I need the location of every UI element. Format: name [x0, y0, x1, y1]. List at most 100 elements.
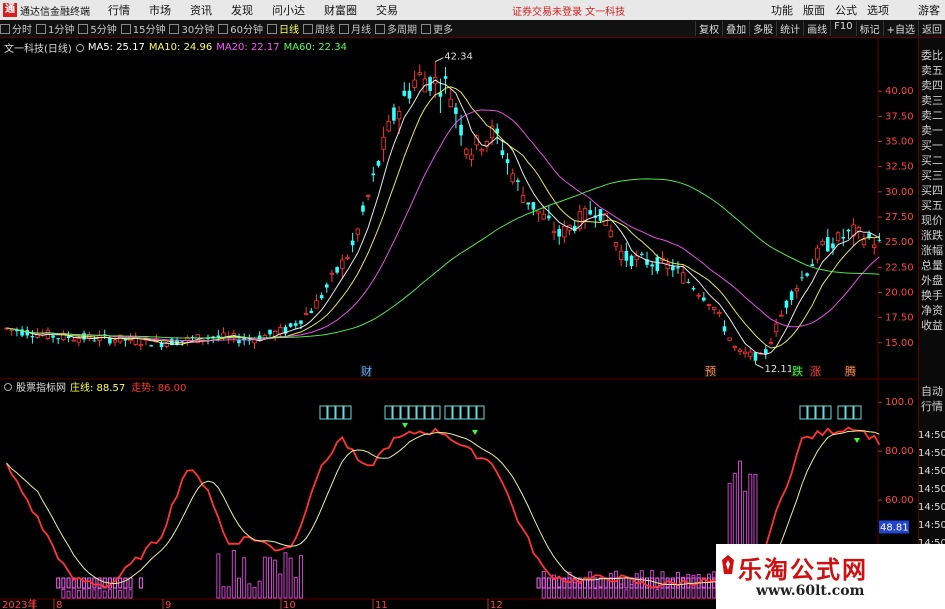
menu-item[interactable]: 市场: [141, 2, 182, 18]
quote-field-label[interactable]: 卖五: [919, 63, 945, 78]
panel-mode-tab[interactable]: 行情: [919, 399, 945, 414]
candle-body: [825, 237, 830, 252]
settings-circle-icon[interactable]: [75, 43, 84, 52]
indicator-name[interactable]: 股票指标网: [16, 379, 70, 394]
histogram-bar: [288, 557, 293, 599]
right-menu-item[interactable]: 版面: [798, 2, 830, 18]
right-menu-item[interactable]: 功能: [766, 2, 798, 18]
tool-button[interactable]: 标记: [855, 21, 883, 36]
candle-body: [407, 90, 412, 99]
quote-field-label[interactable]: 净资: [919, 303, 945, 318]
app-logo-icon: 通: [3, 3, 17, 17]
period-tab[interactable]: 分时: [0, 21, 36, 36]
histogram-bar: [97, 588, 102, 599]
period-tab[interactable]: 更多: [421, 21, 457, 36]
candle-body: [319, 295, 324, 299]
tick-time: 14:50: [918, 484, 945, 495]
quote-field-label[interactable]: 买一: [919, 138, 945, 153]
period-tab[interactable]: 多周期: [375, 21, 421, 36]
histogram-bar: [267, 557, 272, 599]
candle-body: [557, 229, 562, 237]
candle-body: [763, 349, 768, 354]
right-menu-item[interactable]: 公式: [830, 2, 862, 18]
candle-body: [748, 351, 753, 357]
panel-mode-tab[interactable]: 自动: [919, 384, 945, 399]
histogram-bar: [128, 589, 133, 599]
menu-item[interactable]: 行情: [100, 2, 141, 18]
right-menu-item[interactable]: 选项: [862, 2, 894, 18]
quote-field-label[interactable]: 买二: [919, 153, 945, 168]
quote-field-label[interactable]: 涨幅: [919, 243, 945, 258]
tool-button[interactable]: 多股: [749, 21, 776, 36]
quote-field-label[interactable]: 买五: [919, 198, 945, 213]
stock-title[interactable]: 文一科技(日线): [0, 40, 72, 55]
quote-field-label[interactable]: 收益: [919, 318, 945, 333]
period-tab[interactable]: 5分钟: [78, 21, 120, 36]
period-tab[interactable]: 15分钟: [121, 21, 170, 36]
candle-body: [133, 337, 138, 345]
signal-box: [799, 405, 808, 420]
menu-item[interactable]: 资讯: [182, 2, 223, 18]
period-tab[interactable]: 周线: [303, 21, 339, 36]
kline-chart[interactable]: 40.00 37.50 35.00 32.50 30.00 27.50 25.00 22.50…: [0, 38, 918, 609]
tool-button[interactable]: +自选: [882, 21, 918, 36]
quote-field-label[interactable]: 换手: [919, 288, 945, 303]
quote-field-label[interactable]: 委比: [919, 48, 945, 63]
histogram-bar: [273, 559, 278, 599]
tool-button[interactable]: 返回: [918, 21, 945, 36]
candle-body: [278, 327, 283, 335]
candle-body: [551, 230, 557, 234]
quote-field-label[interactable]: 外盘: [919, 273, 945, 288]
candle-body: [314, 300, 319, 309]
indicator-settings-icon[interactable]: [4, 382, 12, 391]
quote-field-label[interactable]: 总量: [919, 258, 945, 273]
menu-item[interactable]: 交易: [368, 2, 409, 18]
quote-field-label[interactable]: 卖三: [919, 93, 945, 108]
histogram-bar: [298, 555, 303, 599]
indicator-line-label: 庄线: 88.57: [70, 383, 126, 394]
event-marker[interactable]: 跌: [792, 364, 803, 378]
candle-body: [505, 159, 510, 164]
candle-body: [469, 154, 474, 160]
menu-item[interactable]: 发现: [223, 2, 264, 18]
signal-box: [392, 405, 401, 420]
quote-field-label[interactable]: 买三: [919, 168, 945, 183]
candle-body: [608, 230, 614, 238]
period-tabs: 分时 1分钟 5分钟 15分钟 30分钟 60分钟 日线 周线 月线 多周期 更多: [0, 21, 457, 36]
quote-field-label[interactable]: 现价: [919, 213, 945, 228]
candle-body: [335, 267, 339, 273]
candle-body: [820, 240, 825, 246]
quote-field-label[interactable]: 买四: [919, 183, 945, 198]
y-tick-label: 37.50: [885, 111, 914, 122]
candle-body: [164, 343, 169, 347]
low-price-label: 12.11: [764, 364, 793, 375]
event-marker[interactable]: 涨: [810, 365, 821, 378]
menu-item[interactable]: 财富圈: [316, 2, 368, 18]
candle-body: [671, 266, 675, 271]
candle-body: [216, 335, 221, 338]
menu-item[interactable]: 问小达: [264, 2, 316, 18]
candle-body: [361, 205, 365, 212]
candle-body: [835, 232, 841, 242]
tool-button[interactable]: 复权: [695, 21, 722, 36]
login-notice[interactable]: 证券交易未登录 文一科技: [512, 3, 625, 18]
period-tab[interactable]: 月线: [339, 21, 375, 36]
period-tab[interactable]: 60分钟: [218, 21, 267, 36]
event-marker[interactable]: 腾: [845, 364, 856, 378]
tool-button[interactable]: 画线: [803, 21, 830, 36]
quote-field-label[interactable]: 卖二: [919, 108, 945, 123]
tool-button[interactable]: F10: [830, 21, 855, 36]
low-zone-mark: [546, 577, 551, 589]
tool-button[interactable]: 叠加: [722, 21, 749, 36]
quote-field-label[interactable]: 卖四: [919, 78, 945, 93]
period-tab[interactable]: 30分钟: [169, 21, 218, 36]
guest-login[interactable]: 游客: [894, 2, 945, 18]
period-tab[interactable]: 1分钟: [36, 21, 78, 36]
quote-field-label[interactable]: 卖一: [919, 123, 945, 138]
event-marker[interactable]: 预: [705, 365, 716, 378]
tool-button[interactable]: 统计: [776, 21, 803, 36]
event-marker[interactable]: 财: [361, 364, 372, 378]
period-tab[interactable]: 日线: [267, 21, 303, 36]
signal-box: [460, 405, 469, 420]
quote-field-label[interactable]: 涨跌: [919, 228, 945, 243]
